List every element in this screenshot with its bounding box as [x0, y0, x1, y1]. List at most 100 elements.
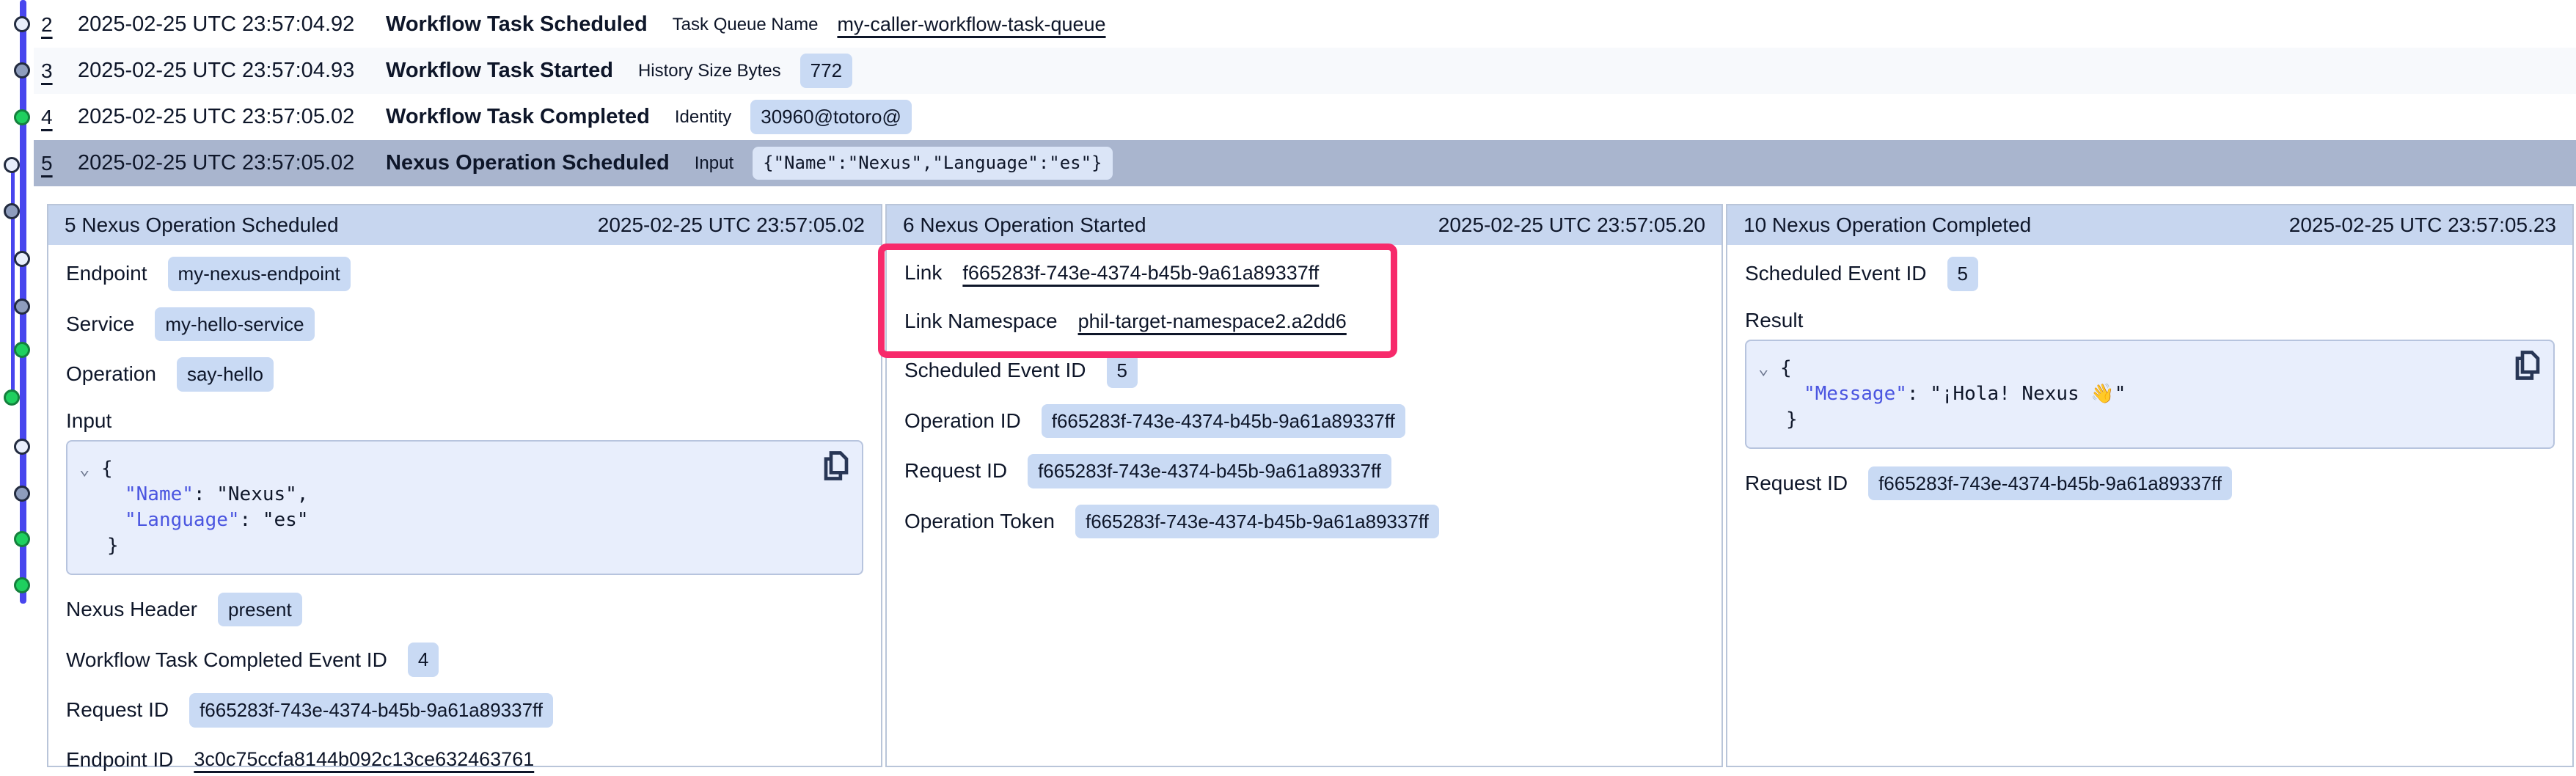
panel-title: 5 Nexus Operation Scheduled [65, 213, 339, 237]
panel-timestamp: 2025-02-25 UTC 23:57:05.20 [1438, 213, 1705, 237]
input-payload-badge: {"Name":"Nexus","Language":"es"} [753, 147, 1112, 179]
field-result: Result [1745, 307, 2555, 334]
panel-timestamp: 2025-02-25 UTC 23:57:05.02 [598, 213, 865, 237]
event-id-link[interactable]: 3 [41, 59, 78, 83]
event-name: Workflow Task Completed [386, 105, 650, 129]
panel-title: 6 Nexus Operation Started [903, 213, 1146, 237]
panel-header: 5 Nexus Operation Scheduled 2025-02-25 U… [48, 205, 881, 245]
timeline-marker-pending [14, 16, 30, 32]
panel-header: 10 Nexus Operation Completed 2025-02-25 … [1727, 205, 2572, 245]
event-row-3[interactable]: 3 2025-02-25 UTC 23:57:04.93 Workflow Ta… [34, 48, 2576, 94]
scheduled-event-id-badge: 5 [1947, 257, 1978, 291]
event-timestamp: 2025-02-25 UTC 23:57:05.02 [78, 151, 386, 175]
json-open-brace: { [101, 458, 113, 480]
field-scheduled-event-id: Scheduled Event ID 5 [904, 354, 1704, 388]
field-operation: Operation say-hello [66, 357, 863, 392]
json-close-brace: } [107, 535, 119, 557]
chevron-down-icon[interactable]: ⌄ [79, 456, 101, 482]
event-row-4[interactable]: 4 2025-02-25 UTC 23:57:05.02 Workflow Ta… [34, 94, 2576, 140]
copy-icon[interactable] [821, 450, 852, 483]
timeline-marker-pending [14, 251, 30, 267]
field-label: Request ID [904, 459, 1007, 483]
timeline-marker-started [14, 62, 30, 78]
field-label: Request ID [1745, 472, 1848, 495]
panel-nexus-operation-started: 6 Nexus Operation Started 2025-02-25 UTC… [885, 204, 1723, 767]
link-event-link[interactable]: f665283f-743e-4374-b45b-9a61a89337ff [962, 262, 1319, 285]
scheduled-event-id-badge: 5 [1107, 354, 1138, 388]
field-label: Operation [66, 362, 156, 386]
event-name: Workflow Task Started [386, 59, 613, 83]
field-label: Result [1745, 309, 1803, 332]
panel-nexus-operation-completed: 10 Nexus Operation Completed 2025-02-25 … [1726, 204, 2574, 767]
field-label: Request ID [66, 698, 169, 722]
timeline-branch-line [11, 165, 15, 398]
operation-badge: say-hello [177, 357, 274, 392]
chevron-down-icon[interactable]: ⌄ [1758, 356, 1780, 381]
timeline-marker-pending [4, 157, 20, 173]
event-row-5-selected[interactable]: 5 2025-02-25 UTC 23:57:05.02 Nexus Opera… [34, 140, 2576, 186]
panel-title: 10 Nexus Operation Completed [1743, 213, 2031, 237]
field-scheduled-event-id: Scheduled Event ID 5 [1745, 257, 2555, 291]
link-namespace-link[interactable]: phil-target-namespace2.a2dd6 [1078, 310, 1347, 333]
json-key: "Message" [1804, 383, 1907, 405]
field-operation-id: Operation ID f665283f-743e-4374-b45b-9a6… [904, 404, 1704, 439]
field-label: Operation Token [904, 510, 1055, 533]
event-timestamp: 2025-02-25 UTC 23:57:05.02 [78, 105, 386, 129]
json-value: : "¡Hola! Nexus 👋" [1907, 383, 2126, 405]
json-key: "Language" [125, 509, 240, 531]
field-label: Link Namespace [904, 310, 1058, 333]
operation-token-badge: f665283f-743e-4374-b45b-9a61a89337ff [1075, 505, 1439, 539]
field-endpoint-id: Endpoint ID 3c0c75ccfa8144b092c13ce63246… [66, 744, 863, 776]
event-detail-label: Input [695, 153, 733, 174]
timeline-marker-completed [14, 342, 30, 358]
result-json-viewer: ⌄{ "Message": "¡Hola! Nexus 👋" } [1745, 340, 2555, 449]
event-detail-label: Task Queue Name [673, 15, 819, 35]
json-key: "Name" [125, 483, 194, 505]
json-open-brace: { [1780, 357, 1792, 379]
field-label: Scheduled Event ID [904, 359, 1086, 382]
task-queue-link[interactable]: my-caller-workflow-task-queue [837, 13, 1105, 35]
event-name: Workflow Task Scheduled [386, 12, 648, 37]
request-id-badge: f665283f-743e-4374-b45b-9a61a89337ff [1028, 454, 1391, 488]
request-id-badge: f665283f-743e-4374-b45b-9a61a89337ff [189, 693, 553, 728]
field-label: Nexus Header [66, 598, 197, 621]
event-id-link[interactable]: 4 [41, 106, 78, 129]
event-id-link[interactable]: 2 [41, 13, 78, 37]
field-endpoint: Endpoint my-nexus-endpoint [66, 257, 863, 291]
panel-nexus-operation-scheduled: 5 Nexus Operation Scheduled 2025-02-25 U… [47, 204, 882, 767]
field-label: Scheduled Event ID [1745, 262, 1927, 285]
history-size-badge: 772 [800, 54, 852, 88]
event-history-list: 2 2025-02-25 UTC 23:57:04.92 Workflow Ta… [34, 1, 2576, 186]
event-detail-label: Identity [675, 107, 731, 128]
service-badge: my-hello-service [155, 307, 314, 342]
timeline-marker-completed [14, 531, 30, 547]
endpoint-id-link[interactable]: 3c0c75ccfa8144b092c13ce632463761 [194, 748, 534, 771]
timeline-marker-completed [14, 577, 30, 593]
panel-timestamp: 2025-02-25 UTC 23:57:05.23 [2289, 213, 2556, 237]
event-detail-group: 5 Nexus Operation Scheduled 2025-02-25 U… [47, 204, 2574, 767]
event-timestamp: 2025-02-25 UTC 23:57:04.93 [78, 59, 386, 83]
event-timestamp: 2025-02-25 UTC 23:57:04.92 [78, 12, 386, 37]
event-row-2[interactable]: 2 2025-02-25 UTC 23:57:04.92 Workflow Ta… [34, 1, 2576, 48]
copy-icon[interactable] [2512, 350, 2543, 382]
event-detail-label: History Size Bytes [638, 61, 781, 81]
field-label: Endpoint ID [66, 748, 173, 772]
json-value: : "es" [240, 509, 309, 531]
field-nexus-header: Nexus Header present [66, 593, 863, 627]
field-link: Link f665283f-743e-4374-b45b-9a61a89337f… [904, 257, 1704, 289]
event-id-link[interactable]: 5 [41, 152, 78, 175]
field-label: Input [66, 409, 111, 433]
timeline-marker-pending [14, 439, 30, 455]
timeline-marker-started [14, 486, 30, 502]
wtc-event-id-badge: 4 [408, 643, 439, 677]
field-label: Workflow Task Completed Event ID [66, 648, 387, 672]
field-link-namespace: Link Namespace phil-target-namespace2.a2… [904, 305, 1704, 337]
field-label: Operation ID [904, 409, 1021, 433]
input-json-viewer: ⌄{ "Name": "Nexus", "Language": "es" } [66, 440, 863, 575]
timeline-marker-started [14, 299, 30, 315]
event-name: Nexus Operation Scheduled [386, 151, 670, 175]
field-request-id: Request ID f665283f-743e-4374-b45b-9a61a… [66, 693, 863, 728]
timeline-marker-completed [14, 109, 30, 125]
field-service: Service my-hello-service [66, 307, 863, 342]
nexus-header-badge: present [218, 593, 302, 627]
